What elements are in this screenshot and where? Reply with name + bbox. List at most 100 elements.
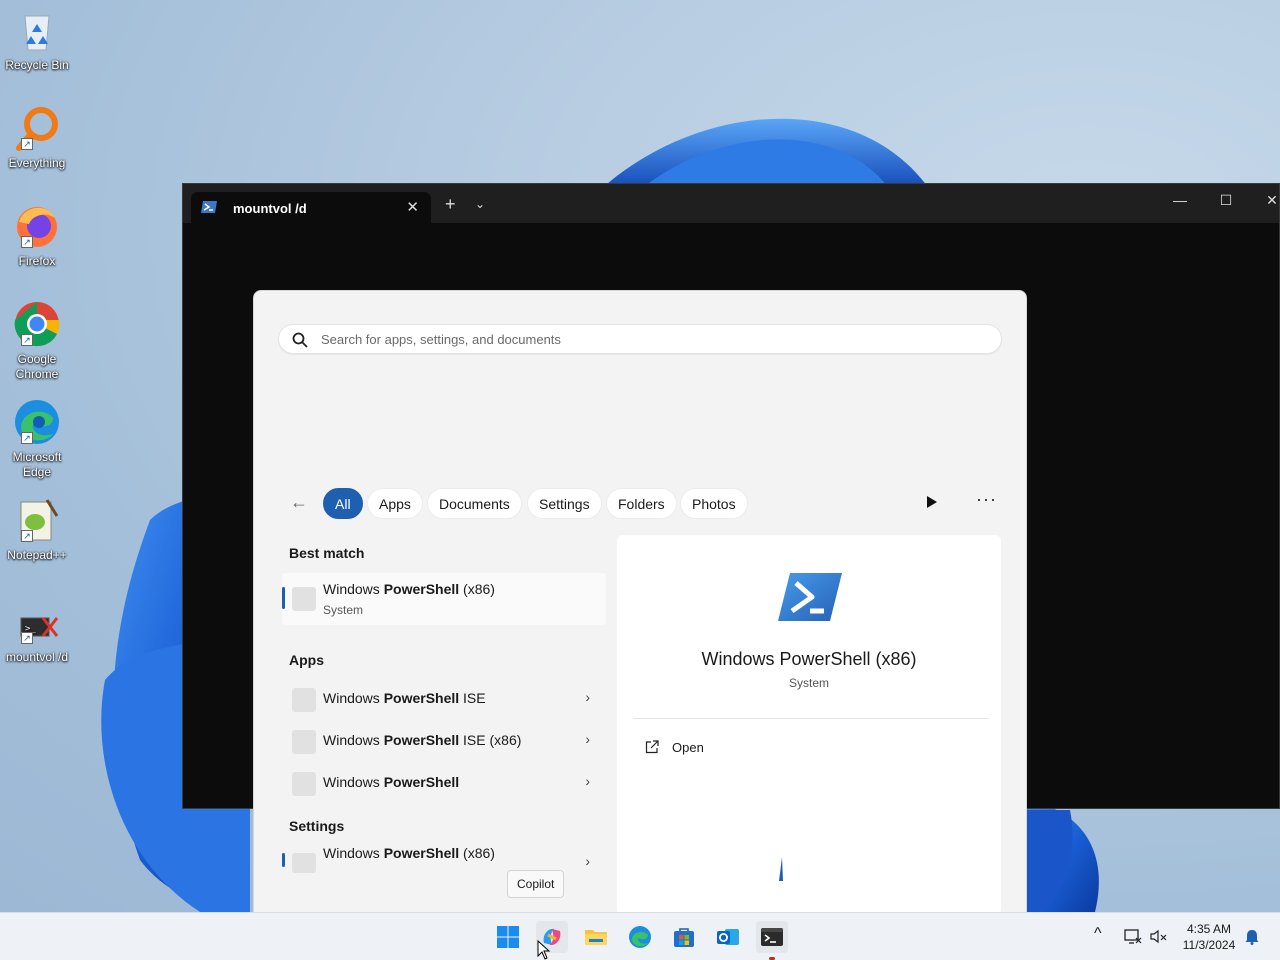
desktop-icon-edge[interactable]: ↗ Microsoft Edge [2, 398, 72, 480]
chevron-right-icon[interactable]: › [585, 773, 590, 789]
clock-time: 4:35 AM [1186, 922, 1232, 936]
terminal-tab[interactable]: mountvol /d ✕ [191, 192, 431, 223]
maximize-button[interactable]: ☐ [1211, 192, 1241, 209]
volume-muted-icon[interactable] [1150, 929, 1168, 945]
settings-heading: Settings [289, 818, 345, 834]
desktop-icon-everything[interactable]: ↗ Everything [2, 104, 72, 171]
app-icon-placeholder [292, 853, 316, 873]
open-action-label: Open [672, 740, 704, 755]
clock-date: 11/3/2024 [1182, 938, 1236, 952]
powershell-tab-icon [201, 201, 217, 213]
shortcut-arrow-icon: ↗ [21, 530, 33, 542]
selection-indicator [282, 587, 285, 609]
shortcut-arrow-icon: ↗ [21, 138, 33, 150]
app-icon-placeholder [292, 688, 316, 712]
loading-spinner-icon [779, 857, 783, 881]
filter-row: ← All Apps Documents Settings Folders Ph… [254, 487, 1026, 521]
result-label: Windows PowerShell ISE [323, 690, 486, 706]
store-icon [674, 928, 694, 947]
filter-chip-settings[interactable]: Settings [527, 488, 602, 519]
list-item[interactable]: Windows PowerShell › [282, 762, 606, 804]
terminal-tab-title: mountvol /d [233, 201, 307, 216]
mouse-cursor-icon [537, 940, 551, 960]
filter-chip-all[interactable]: All [323, 488, 363, 519]
terminal-titlebar[interactable]: mountvol /d ✕ + ⌄ — ☐ ✕ [183, 184, 1279, 223]
shortcut-arrow-icon: ↗ [21, 432, 33, 444]
results-list: Best match Windows PowerShell (x86) Syst… [278, 533, 612, 912]
outlook-icon [717, 929, 739, 945]
details-pane: Windows PowerShell (x86) System Open [617, 535, 1001, 912]
taskbar: ^ 4:35 AM 11/3/2024 [0, 912, 1280, 960]
selection-indicator [282, 853, 285, 867]
search-input[interactable] [321, 329, 981, 349]
desktop-icon-firefox[interactable]: ↗ Firefox [2, 202, 72, 269]
start-icon [497, 926, 519, 948]
shortcut-arrow-icon: ↗ [21, 236, 33, 248]
new-tab-button[interactable]: + [445, 194, 456, 215]
result-label: Windows PowerShell [323, 774, 460, 790]
search-icon [292, 332, 308, 348]
desktop-icon-recycle-bin[interactable]: Recycle Bin [2, 6, 72, 73]
tray-overflow-chevron-icon[interactable]: ^ [1094, 925, 1102, 943]
result-label: Windows PowerShell (x86) [323, 581, 495, 597]
filter-chip-folders[interactable]: Folders [606, 488, 677, 519]
taskbar-terminal-button[interactable] [756, 921, 788, 960]
desktop-icon-notepadpp[interactable]: ↗ Notepad++ [2, 496, 72, 563]
system-clock[interactable]: 4:35 AM 11/3/2024 [1176, 921, 1242, 953]
details-divider [633, 718, 989, 719]
powershell-icon [778, 573, 842, 621]
list-item[interactable]: Windows PowerShell ISE › [282, 678, 606, 720]
desktop-icon-label: Firefox [18, 254, 56, 268]
file-explorer-icon [585, 930, 607, 945]
result-label: Windows PowerShell ISE (x86) [323, 732, 522, 748]
play-icon[interactable] [926, 495, 938, 509]
copilot-tooltip: Copilot [507, 870, 565, 898]
back-arrow-icon[interactable]: ← [290, 492, 308, 513]
taskbar-store-button[interactable] [668, 921, 700, 953]
more-options-icon[interactable]: ··· [976, 489, 997, 510]
shortcut-arrow-icon: ↗ [21, 334, 33, 346]
taskbar-outlook-button[interactable] [712, 921, 744, 953]
app-icon-placeholder [292, 587, 316, 611]
recycle-bin-icon [24, 15, 50, 51]
open-external-icon [645, 740, 659, 754]
chevron-right-icon[interactable]: › [585, 853, 590, 869]
tab-close-icon[interactable]: ✕ [406, 198, 419, 216]
desktop-icon-label: Google Chrome [15, 352, 59, 381]
shortcut-arrow-icon: ↗ [21, 632, 33, 644]
desktop-icon-label: mountvol /d [5, 650, 69, 664]
filter-chip-photos[interactable]: Photos [680, 488, 748, 519]
desktop-icon-label: Notepad++ [7, 548, 67, 562]
filter-chip-apps[interactable]: Apps [367, 488, 423, 519]
apps-heading: Apps [289, 652, 324, 668]
taskbar-start-button[interactable] [492, 921, 524, 953]
best-match-item[interactable]: Windows PowerShell (x86) System [282, 573, 606, 625]
desktop-icon-chrome[interactable]: ↗ Google Chrome [2, 300, 72, 382]
edge-icon [629, 926, 651, 948]
list-item[interactable]: Windows PowerShell ISE (x86) › [282, 720, 606, 762]
best-match-heading: Best match [289, 545, 365, 561]
desktop-icon-label: Everything [8, 156, 66, 170]
filter-chip-documents[interactable]: Documents [427, 488, 522, 519]
chevron-right-icon[interactable]: › [585, 731, 590, 747]
app-icon-placeholder [292, 730, 316, 754]
tab-dropdown-button[interactable]: ⌄ [475, 197, 485, 211]
taskbar-file-explorer-button[interactable] [580, 921, 612, 953]
desktop-icon-label: Microsoft Edge [12, 450, 62, 479]
desktop-icon-label: Recycle Bin [5, 58, 69, 72]
chevron-right-icon[interactable]: › [585, 689, 590, 705]
notification-bell-icon[interactable] [1245, 929, 1259, 945]
minimize-button[interactable]: — [1165, 192, 1195, 208]
close-window-button[interactable]: ✕ [1257, 192, 1280, 209]
terminal-icon [761, 928, 783, 946]
network-icon[interactable] [1124, 929, 1142, 945]
search-menu: ← All Apps Documents Settings Folders Ph… [253, 290, 1027, 912]
details-subtitle: System [788, 676, 829, 690]
search-box[interactable] [278, 324, 1002, 354]
app-icon-placeholder [292, 772, 316, 796]
result-sublabel: System [323, 603, 364, 617]
taskbar-edge-button[interactable] [624, 921, 656, 953]
result-label: Windows PowerShell (x86) [323, 845, 495, 861]
desktop-icon-mountvol[interactable]: >_ ↗ mountvol /d [2, 610, 72, 665]
details-title: Windows PowerShell (x86) [701, 649, 917, 669]
